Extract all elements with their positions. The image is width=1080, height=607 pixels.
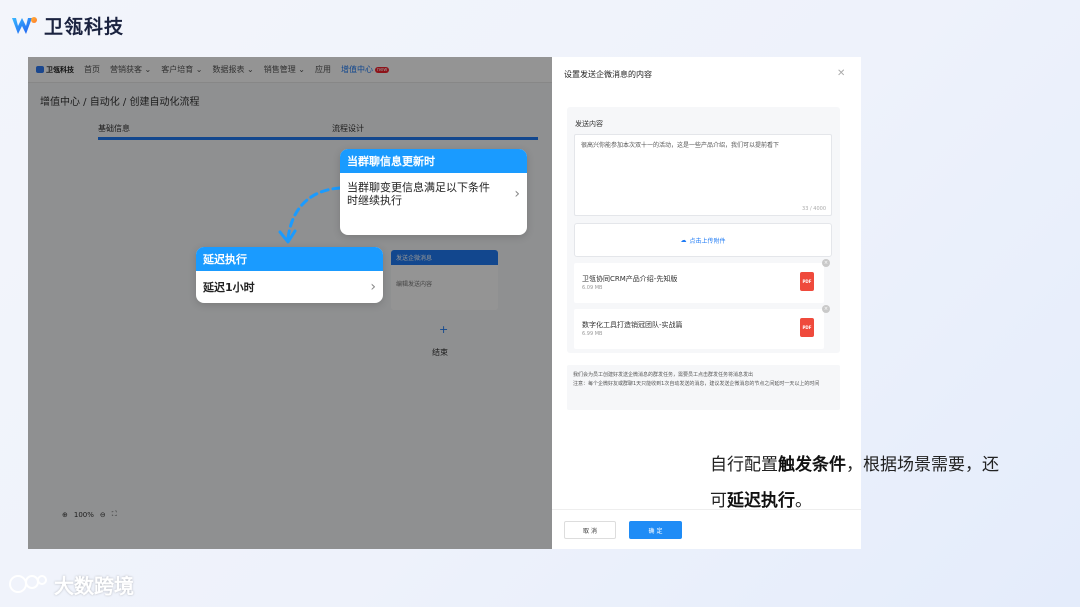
close-icon[interactable]: ✕ [837, 68, 845, 79]
content-panel: 发送内容 很高兴你能参加本次双十一的活动，这是一些产品介绍，我们可以提前看下 3… [567, 107, 840, 353]
trigger-title: 当群聊信息更新时 [340, 149, 527, 173]
chevron-right-icon: › [514, 186, 520, 202]
attachment-name: 数字化工具打造销冠团队-实战篇 [582, 321, 683, 329]
delay-card[interactable]: 延迟执行 延迟1小时 › [196, 247, 383, 303]
brand-logo-icon [12, 16, 37, 34]
delay-body: 延迟1小时 › [196, 271, 383, 303]
caption-bold-2: 延迟执行 [727, 491, 795, 511]
content-label: 发送内容 [575, 120, 603, 128]
notice-box: 我们会为员工创建好发送企微消息的群发任务，需要员工点击群发任务将消息发出 注意：… [567, 365, 840, 410]
attachment-size: 6.09 MB [582, 285, 603, 291]
remove-attachment-icon[interactable]: × [822, 259, 830, 267]
caption-bold-1: 触发条件 [778, 455, 846, 475]
flow-editor: 卫瓴科技 首页 营销获客 ⌄ 客户培育 ⌄ 数据报表 ⌄ 销售管理 ⌄ 应用 增… [28, 57, 552, 549]
caption-text: 自行配置触发条件，根据场景需要，还 可延迟执行。 [710, 447, 1050, 519]
message-textarea[interactable]: 很高兴你能参加本次双十一的活动，这是一些产品介绍，我们可以提前看下 33 / 4… [574, 134, 832, 216]
attachment-item[interactable]: 数字化工具打造销冠团队-实战篇 6.99 MB PDF × [574, 305, 830, 349]
trigger-description: 当群聊变更信息满足以下条件时继续执行 [347, 181, 490, 207]
confirm-button[interactable]: 确 定 [629, 521, 682, 539]
cancel-button[interactable]: 取 消 [564, 521, 616, 539]
watermark-text: 大数跨境 [54, 574, 134, 598]
delay-title: 延迟执行 [196, 247, 383, 271]
trigger-body: 当群聊变更信息满足以下条件时继续执行 › [340, 173, 527, 215]
upload-attachment-button[interactable]: ☁ 点击上传附件 [574, 223, 832, 257]
brand: 卫瓴科技 [10, 12, 124, 39]
attachment-size: 6.99 MB [582, 331, 603, 337]
caption-part-3: 可 [710, 491, 727, 511]
notice-line-1: 我们会为员工创建好发送企微消息的群发任务，需要员工点击群发任务将消息发出 [573, 372, 754, 378]
delay-description: 延迟1小时 [203, 281, 255, 294]
watermark: 大数跨境 [8, 570, 134, 599]
upload-label: 点击上传附件 [689, 237, 726, 245]
caption-part-4: 。 [795, 491, 812, 511]
attachment-name: 卫瓴协同CRM产品介绍-先知版 [582, 275, 678, 283]
attachment-item[interactable]: 卫瓴协同CRM产品介绍-先知版 6.09 MB PDF × [574, 259, 830, 303]
pdf-icon: PDF [800, 318, 814, 337]
pdf-icon: PDF [800, 272, 814, 291]
caption-part-1: 自行配置 [710, 455, 778, 475]
caption-part-2: ，根据场景需要，还 [846, 455, 999, 475]
message-text: 很高兴你能参加本次双十一的活动，这是一些产品介绍，我们可以提前看下 [581, 142, 780, 149]
notice-line-2: 注意：每个企微好友或群聊1天只能收到1次自动发送的消息，建议发送企微消息的节点之… [573, 381, 820, 387]
trigger-condition-card[interactable]: 当群聊信息更新时 当群聊变更信息满足以下条件时继续执行 › [340, 149, 527, 235]
brand-name: 卫瓴科技 [44, 16, 125, 38]
cloud-upload-icon: ☁ [680, 236, 687, 244]
watermark-logo-icon [9, 574, 47, 593]
char-counter: 33 / 4000 [802, 206, 826, 212]
remove-attachment-icon[interactable]: × [822, 305, 830, 313]
modal-overlay[interactable] [28, 57, 552, 549]
dashed-arrow-icon [278, 186, 342, 244]
drawer-title: 设置发送企微消息的内容 [564, 70, 652, 79]
chevron-right-icon: › [370, 279, 376, 295]
